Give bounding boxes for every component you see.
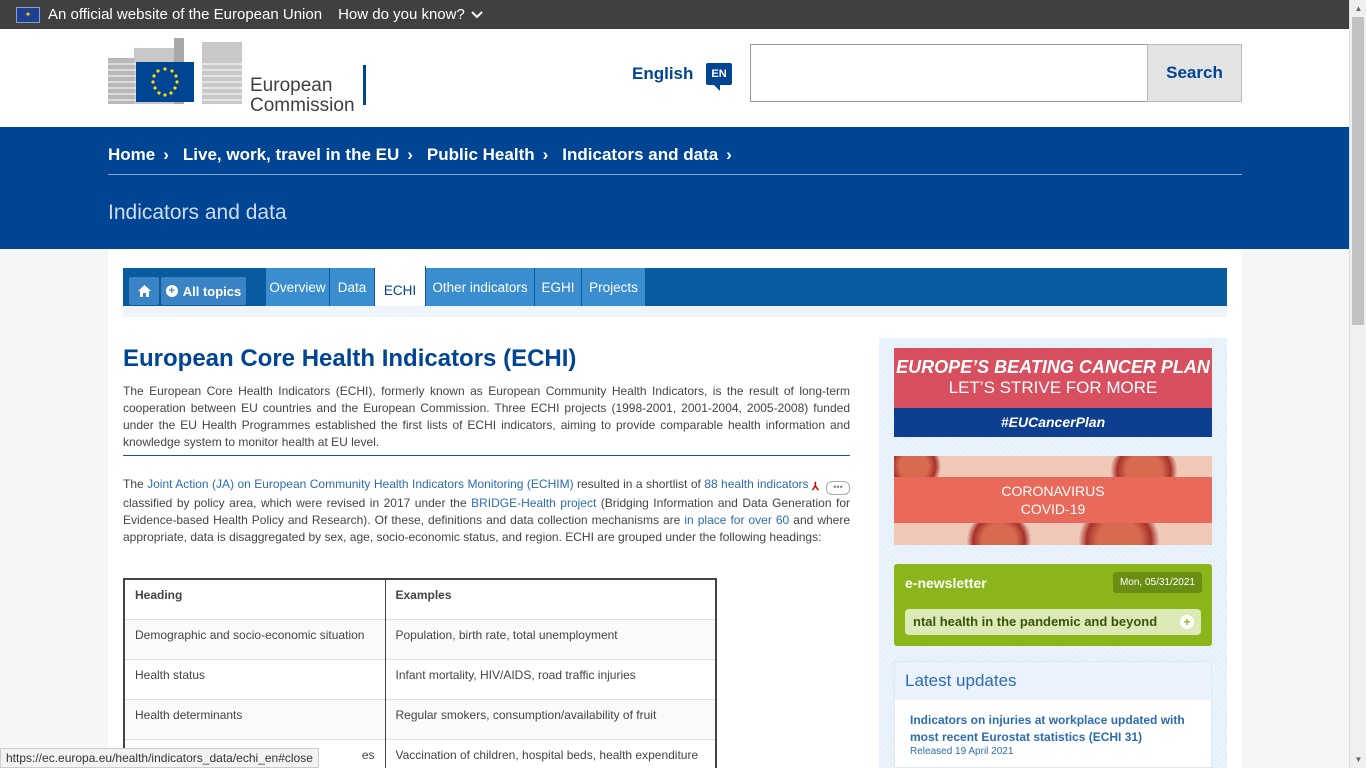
column-header-examples: Examples [385,579,717,619]
health-indicators-link[interactable]: 88 health indicators [704,477,808,491]
table-row: Health determinants Regular smokers, con… [124,698,717,739]
commission-building-icon [108,38,243,104]
breadcrumb: Home › Live, work, travel in the EU › Publ… [108,145,746,165]
e-newsletter-date: Mon, 05/31/2021 [1112,572,1202,593]
european-commission-logo[interactable]: European Commission [108,38,366,116]
table-cell: Health status [124,658,386,699]
tab-data[interactable]: Data [330,268,375,306]
status-bar-url: https://ec.europa.eu/health/indicators_d… [0,748,319,768]
e-newsletter-title: e-newsletter [905,575,987,591]
content-heading: European Core Health Indicators (ECHI) [123,345,577,372]
logo-text: European Commission [250,75,355,116]
more-languages-icon[interactable]: ••• [826,481,850,495]
plus-circle-icon: + [165,285,178,297]
in-place-link[interactable]: in place for over 60 [684,513,789,527]
language-selector[interactable]: English [632,64,693,84]
breadcrumb-indicators-data[interactable]: Indicators and data › [562,145,732,165]
nav-underline [123,306,1227,317]
tab-projects[interactable]: Projects [582,268,646,306]
coronavirus-label: CORONAVIRUS COVID-19 [894,477,1212,523]
breadcrumb-live-work-travel[interactable]: Live, work, travel in the EU › [183,145,413,165]
eu-flag-icon: ✦ [16,6,40,23]
language-code-badge[interactable]: EN [706,63,732,91]
section-nav: + All topics Overview Data ECHI Other in… [123,266,1227,316]
latest-updates-title: Latest updates [895,662,1211,700]
official-text: An official website of the European Unio… [48,6,323,23]
pdf-icon: ⅄ [812,481,819,493]
tab-eghi[interactable]: EGHI [535,268,582,306]
sidebar: EUROPE’S BEATING CANCER PLAN LET’S STRIV… [879,338,1227,768]
tab-other-indicators[interactable]: Other indicators [426,268,535,306]
table-cell: Health determinants [124,698,386,739]
all-topics-button[interactable]: + All topics [161,277,246,305]
echim-link[interactable]: Joint Action (JA) on European Community … [147,477,573,491]
how-do-you-know-button[interactable]: How do you know? [338,6,483,23]
home-button[interactable] [129,277,159,305]
chevron-right-icon: › [407,145,413,164]
chevron-down-icon [471,10,483,18]
table-cell: Regular smokers, consumption/availabilit… [385,698,717,739]
table-header-row: Heading Examples [124,579,717,619]
scroll-up-arrow-icon[interactable]: ▲ [1350,0,1366,17]
intro-paragraph: The European Core Health Indicators (ECH… [123,384,850,449]
page-scrollbar[interactable]: ▲ ▼ [1349,0,1366,768]
content-divider [123,455,850,456]
latest-update-date: Released 19 April 2021 [910,746,1014,757]
page-title: Indicators and data [108,201,287,224]
home-icon [137,285,151,297]
e-newsletter-item[interactable]: ntal health in the pandemic and beyond + [905,609,1201,635]
coronavirus-banner[interactable]: CORONAVIRUS COVID-19 [894,456,1212,545]
site-header: European Commission English EN Search [0,29,1349,127]
latest-updates-box: Latest updates Indicators on injuries at… [894,661,1212,768]
chevron-right-icon: › [726,145,732,164]
cancer-plan-title: EUROPE’S BEATING CANCER PLAN [896,357,1210,377]
table-row: Demographic and socio-economic situation… [124,618,717,659]
breadcrumb-home[interactable]: Home › [108,145,169,165]
bridge-health-link[interactable]: BRIDGE-Health project [471,496,596,510]
table-cell: Population, birth rate, total unemployme… [385,618,717,659]
header-band: Home › Live, work, travel in the EU › Publ… [0,127,1349,249]
tab-overview[interactable]: Overview [266,268,330,306]
eu-official-bar: ✦ An official website of the European Un… [0,0,1349,29]
how-text: How do you know? [338,6,465,23]
search-button[interactable]: Search [1147,44,1242,102]
cancer-plan-hashtag: #EUCancerPlan [894,408,1212,437]
table-cell: Demographic and socio-economic situation [124,618,386,659]
main-content: + All topics Overview Data ECHI Other in… [108,249,1242,768]
band-divider [108,174,1242,175]
table-cell: Infant mortality, HIV/AIDS, road traffic… [385,658,717,699]
all-topics-label: All topics [182,283,242,299]
echim-paragraph: The Joint Action (JA) on European Commun… [123,477,851,544]
cancer-plan-banner[interactable]: EUROPE’S BEATING CANCER PLAN LET’S STRIV… [894,348,1212,437]
headings-table: Heading Examples Demographic and socio-e… [123,578,717,768]
chevron-right-icon: › [542,145,549,164]
search-input[interactable] [750,44,1148,102]
scroll-down-arrow-icon[interactable]: ▼ [1350,751,1366,768]
chevron-right-icon: › [163,145,169,164]
scroll-thumb[interactable] [1352,17,1364,325]
table-row: Health status Infant mortality, HIV/AIDS… [124,658,717,699]
cancer-plan-subtitle: LET’S STRIVE FOR MORE [948,378,1158,397]
column-header-heading: Heading [124,579,386,619]
plus-circle-icon: + [1180,615,1194,629]
breadcrumb-public-health[interactable]: Public Health › [427,145,548,165]
table-cell: Vaccination of children, hospital beds, … [385,738,717,768]
logo-divider [363,65,366,105]
latest-update-link[interactable]: Indicators on injuries at workplace upda… [895,700,1211,746]
e-newsletter-box: e-newsletter Mon, 05/31/2021 ntal health… [894,564,1212,646]
